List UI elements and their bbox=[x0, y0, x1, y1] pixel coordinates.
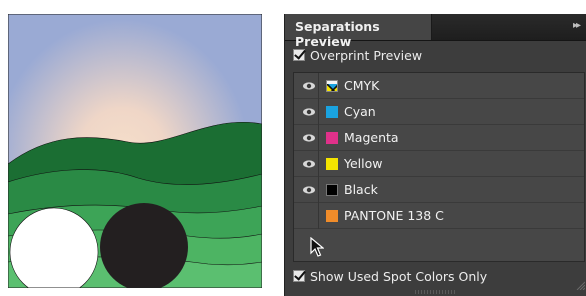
artwork-preview bbox=[8, 14, 262, 288]
resize-grip-icon[interactable] bbox=[575, 280, 585, 290]
yellow-swatch bbox=[326, 158, 338, 170]
visibility-toggle[interactable] bbox=[300, 125, 319, 151]
cmyk-composite-icon bbox=[326, 80, 338, 92]
separation-row-pantone-138-c[interactable]: PANTONE 138 C bbox=[294, 203, 584, 229]
visibility-toggle[interactable] bbox=[300, 203, 319, 229]
panel-title: Separations Preview bbox=[295, 19, 380, 49]
eye-icon bbox=[303, 82, 315, 90]
separation-row-yellow[interactable]: Yellow bbox=[294, 151, 584, 177]
eye-icon bbox=[303, 186, 315, 194]
separations-preview-panel: Separations Preview ▸▸ Overprint Preview… bbox=[284, 14, 586, 296]
eye-icon bbox=[303, 160, 315, 168]
separation-row-black[interactable]: Black bbox=[294, 177, 584, 203]
overprint-preview-checkbox[interactable] bbox=[293, 49, 305, 61]
show-used-spot-colors-option[interactable]: Show Used Spot Colors Only bbox=[293, 267, 487, 285]
panel-gripper[interactable] bbox=[415, 290, 455, 294]
cyan-swatch bbox=[326, 106, 338, 118]
visibility-toggle[interactable] bbox=[300, 151, 319, 177]
separation-name: Magenta bbox=[344, 130, 399, 145]
visibility-toggle[interactable] bbox=[300, 177, 319, 203]
separation-name: Black bbox=[344, 182, 378, 197]
panel-tab-bar: Separations Preview ▸▸ bbox=[285, 14, 586, 49]
black-circle bbox=[100, 203, 188, 288]
separations-list: CMYK Cyan Magenta Yellow Black PANTONE 1… bbox=[293, 72, 585, 262]
mouse-pointer-icon bbox=[310, 237, 324, 257]
magenta-swatch bbox=[326, 132, 338, 144]
separation-row-cmyk[interactable]: CMYK bbox=[294, 73, 584, 99]
eye-icon bbox=[303, 108, 315, 116]
visibility-toggle[interactable] bbox=[300, 73, 319, 99]
overprint-preview-label: Overprint Preview bbox=[310, 47, 423, 63]
separation-row-magenta[interactable]: Magenta bbox=[294, 125, 584, 151]
show-used-spot-colors-checkbox[interactable] bbox=[293, 270, 305, 282]
separation-name: PANTONE 138 C bbox=[344, 208, 444, 223]
show-used-spot-colors-label: Show Used Spot Colors Only bbox=[310, 268, 488, 284]
separation-name: Cyan bbox=[344, 104, 376, 119]
separation-row-cyan[interactable]: Cyan bbox=[294, 99, 584, 125]
visibility-toggle[interactable] bbox=[300, 99, 319, 125]
separation-name: Yellow bbox=[344, 156, 383, 171]
collapse-panel-icon[interactable]: ▸▸ bbox=[573, 20, 581, 31]
eye-icon bbox=[303, 134, 315, 142]
separation-name: CMYK bbox=[344, 78, 380, 93]
panel-tab-separations-preview[interactable]: Separations Preview bbox=[285, 14, 432, 49]
overprint-preview-option[interactable]: Overprint Preview bbox=[293, 46, 422, 64]
black-swatch bbox=[326, 184, 338, 196]
pantone-138-c-swatch bbox=[326, 210, 338, 222]
